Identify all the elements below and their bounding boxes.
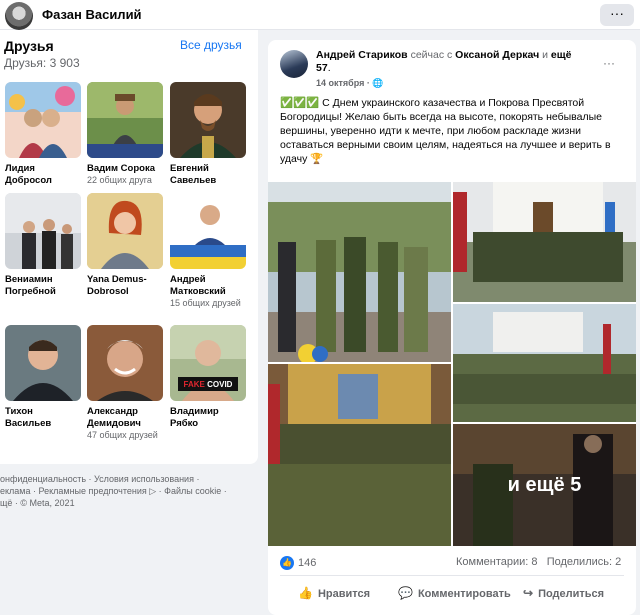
- friend-name[interactable]: Евгений Савельев: [170, 163, 246, 187]
- friend-name[interactable]: Владимир Рябко: [170, 406, 246, 430]
- friend-card[interactable]: Вадим Сорока 22 общих друга: [87, 82, 163, 186]
- reactions-summary[interactable]: 👍 146: [280, 556, 316, 570]
- gallery-photo[interactable]: [453, 304, 636, 422]
- friend-photo[interactable]: [170, 193, 246, 269]
- friends-title[interactable]: Друзья: [4, 38, 54, 54]
- gallery-photo[interactable]: [268, 182, 451, 362]
- friend-photo[interactable]: [170, 82, 246, 158]
- post-text: ✅✅✅ С Днем украинского казачества и Покр…: [280, 96, 630, 166]
- post-header: Андрей Стариков сейчас с Оксаной Деркач …: [316, 49, 572, 74]
- with-text: сейчас с: [410, 49, 453, 61]
- friend-card[interactable]: Евгений Савельев: [170, 82, 246, 187]
- and-text: и: [542, 49, 548, 61]
- post-date[interactable]: 14 октября · 🌐: [316, 78, 384, 89]
- gallery-photo[interactable]: [268, 364, 451, 546]
- more-photos-tile[interactable]: и ещё 5: [453, 424, 636, 546]
- friend-photo[interactable]: [87, 193, 163, 269]
- mutual-friends[interactable]: 15 общих друзей: [170, 298, 246, 309]
- friend-card[interactable]: Лидия Добросол: [5, 82, 81, 187]
- comments-count[interactable]: Комментарии: 8: [456, 556, 538, 568]
- author-name[interactable]: Андрей Стариков: [316, 49, 408, 61]
- friend-name[interactable]: Вадим Сорока: [87, 163, 163, 175]
- friend-photo[interactable]: [87, 325, 163, 401]
- comment-icon: 💬: [398, 586, 413, 600]
- friend-card[interactable]: Андрей Матковский 15 общих друзей: [170, 193, 246, 309]
- friend-card[interactable]: Александр Демидович 47 общих друзей: [87, 325, 163, 441]
- friend-name[interactable]: Андрей Матковский: [170, 274, 246, 298]
- friends-count: Друзья: 3 903: [4, 56, 80, 70]
- more-photos-label[interactable]: и ещё 5: [453, 424, 636, 546]
- svg-text:FAKE COVID: FAKE COVID: [184, 380, 233, 389]
- friends-panel: Друзья Все друзья Друзья: 3 903 Лидия До…: [0, 30, 258, 464]
- friend-name[interactable]: Тихон Васильев: [5, 406, 81, 430]
- friend-name[interactable]: Вениамин Погребной: [5, 274, 81, 298]
- post-card: Андрей Стариков сейчас с Оксаной Деркач …: [268, 40, 636, 615]
- share-icon: ↪: [523, 586, 534, 600]
- more-options-button[interactable]: ···: [600, 4, 634, 26]
- like-icon: 👍: [280, 556, 294, 570]
- mutual-friends[interactable]: 22 общих друга: [87, 175, 163, 186]
- friend-card[interactable]: Yana Demus-Dobrosol: [87, 193, 163, 298]
- tagged-person[interactable]: Оксаной Деркач: [455, 49, 539, 61]
- friend-name[interactable]: Александр Демидович: [87, 406, 163, 430]
- see-all-friends-link[interactable]: Все друзья: [180, 38, 242, 52]
- comment-button[interactable]: 💬 Комментировать: [398, 586, 511, 600]
- shares-count[interactable]: Поделились: 2: [547, 556, 622, 568]
- thumbs-up-icon: 👍: [298, 586, 313, 600]
- gallery-photo[interactable]: [453, 182, 636, 302]
- friend-name[interactable]: Yana Demus-Dobrosol: [87, 274, 163, 298]
- post-more-button[interactable]: ···: [603, 56, 615, 70]
- friend-photo[interactable]: [5, 193, 81, 269]
- profile-name[interactable]: Фазан Василий: [42, 7, 142, 22]
- like-button[interactable]: 👍 Нравится: [298, 586, 370, 600]
- likes-count[interactable]: 146: [298, 557, 316, 569]
- check-emoji: ✅✅✅: [280, 97, 320, 109]
- profile-top-bar: Фазан Василий ···: [0, 0, 640, 30]
- share-button[interactable]: ↪ Поделиться: [523, 586, 604, 600]
- friend-photo[interactable]: [87, 82, 163, 158]
- mutual-friends[interactable]: 47 общих друзей: [87, 430, 163, 441]
- footer-line[interactable]: онфиденциальность · Условия использовани…: [0, 473, 258, 485]
- author-avatar[interactable]: [280, 50, 308, 78]
- globe-icon: 🌐: [372, 78, 384, 88]
- friend-card[interactable]: Вениамин Погребной: [5, 193, 81, 298]
- friend-photo[interactable]: [5, 82, 81, 158]
- divider: [280, 575, 624, 576]
- footer-line[interactable]: щё · © Meta, 2021: [0, 497, 258, 509]
- comments-shares-summary: Комментарии: 8 Поделились: 2: [456, 556, 621, 568]
- photo-gallery: и ещё 5: [268, 182, 636, 546]
- friend-name[interactable]: Лидия Добросол: [5, 163, 81, 187]
- profile-avatar[interactable]: [5, 2, 33, 30]
- post-message: С Днем украинского казачества и Покрова …: [280, 97, 611, 165]
- friend-card[interactable]: Тихон Васильев: [5, 325, 81, 430]
- friend-card[interactable]: FAKE COVID Владимир Рябко: [170, 325, 246, 430]
- friend-photo[interactable]: FAKE COVID: [170, 325, 246, 401]
- friend-photo[interactable]: [5, 325, 81, 401]
- trophy-icon: 🏆: [310, 153, 324, 165]
- footer-line[interactable]: еклама · Рекламные предпочтения ▷ · Файл…: [0, 485, 258, 497]
- footer-links: онфиденциальность · Условия использовани…: [0, 473, 258, 509]
